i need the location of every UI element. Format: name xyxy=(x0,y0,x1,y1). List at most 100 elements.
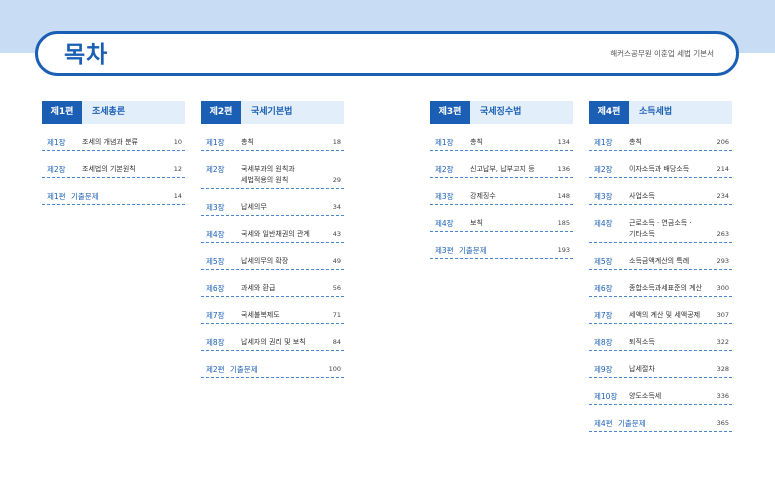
chapter-number: 제1장 xyxy=(206,138,225,147)
chapter-item: 제5장 납세의무의 확장 49 xyxy=(201,256,344,270)
chapter-title: 납세자의 권리 및 보칙 xyxy=(241,338,306,346)
part-header: 제2편 국세기본법 xyxy=(201,101,344,124)
page-title: 목차 xyxy=(64,42,109,68)
chapter-item: 제7장 국세불복제도 71 xyxy=(201,310,344,324)
chapter-number: 제4장 xyxy=(435,219,454,228)
page-number: 29 xyxy=(332,176,341,184)
chapter-number: 제6장 xyxy=(594,284,613,293)
chapter-number: 제10장 xyxy=(594,392,618,401)
chapter-item: 제5장 소득금액계산의 특례 293 xyxy=(589,256,732,270)
chapter-title: 납세의무의 확장 xyxy=(241,257,289,265)
page-number: 49 xyxy=(332,257,341,265)
chapter-title: 기출문제 xyxy=(71,192,99,201)
part-number-badge: 제4편 xyxy=(589,101,629,124)
chapter-number: 제3장 xyxy=(206,203,225,212)
page-number: 43 xyxy=(332,230,341,238)
part-title: 국세징수법 xyxy=(480,107,522,117)
chapter-title: 조세법의 기본원칙 xyxy=(82,165,136,173)
chapter-item: 제2장 조세법의 기본원칙 12 xyxy=(42,164,185,178)
chapter-title: 사업소득 xyxy=(629,192,655,200)
part-number-badge: 제2편 xyxy=(201,101,241,124)
page-number: 322 xyxy=(716,338,729,346)
chapter-title: 퇴직소득 xyxy=(629,338,655,346)
part-number-badge: 제3편 xyxy=(430,101,470,124)
page-number: 307 xyxy=(716,311,729,319)
chapter-number: 제1편 xyxy=(47,192,66,201)
part-header: 제4편 소득세법 xyxy=(589,101,732,124)
chapter-item: 제6장 종합소득과세표준의 계산 300 xyxy=(589,283,732,297)
part-title: 소득세법 xyxy=(639,107,673,117)
toc-column-part-1: 제1편 조세총론 제1장 조세의 개념과 분류 10 제2장 조세법의 기본원칙 12 제1… xyxy=(42,101,185,205)
chapter-item: 제6장 과세와 환급 56 xyxy=(201,283,344,297)
page-number: 263 xyxy=(716,230,729,238)
page-number: 300 xyxy=(716,284,729,292)
chapter-item: 제10장 양도소득세 336 xyxy=(589,391,732,405)
chapter-number: 제2장 xyxy=(206,165,225,174)
page-number: 71 xyxy=(332,311,341,319)
chapter-number: 제7장 xyxy=(594,311,613,320)
chapter-number: 제5장 xyxy=(594,257,613,266)
header-banner: 목차 해커스공무원 이훈업 세법 기본서 xyxy=(35,31,739,76)
part-title: 조세총론 xyxy=(92,107,126,117)
chapter-title: 조세의 개념과 분류 xyxy=(82,138,138,146)
book-subtitle: 해커스공무원 이훈업 세법 기본서 xyxy=(610,49,714,58)
chapter-title: 국세불복제도 xyxy=(241,311,280,319)
chapter-item: 제1장 총칙 134 xyxy=(430,137,573,151)
chapter-title: 기출문제 xyxy=(459,246,487,255)
chapter-title: 근로소득 · 연금소득 · 기타소득 xyxy=(629,219,692,238)
chapter-item: 제8장 퇴직소득 322 xyxy=(589,337,732,351)
chapter-title: 기출문제 xyxy=(618,419,646,428)
chapter-number: 제3편 xyxy=(435,246,454,255)
chapter-item: 제1장 총칙 18 xyxy=(201,137,344,151)
page-number: 148 xyxy=(557,192,570,200)
chapter-number: 제4장 xyxy=(206,230,225,239)
chapter-title: 세액의 계산 및 세액공제 xyxy=(629,311,701,319)
review-questions-item: 제3편 기출문제 193 xyxy=(430,245,573,259)
chapter-number: 제3장 xyxy=(435,192,454,201)
chapter-number: 제4편 xyxy=(594,419,613,428)
page-number: 84 xyxy=(332,338,341,346)
chapter-item: 제2장 이자소득과 배당소득 214 xyxy=(589,164,732,178)
page-number: 193 xyxy=(557,246,570,254)
chapter-number: 제8장 xyxy=(594,338,613,347)
chapter-title: 국세와 일반채권의 관계 xyxy=(241,230,310,238)
chapter-number: 제9장 xyxy=(594,365,613,374)
chapter-title: 강제징수 xyxy=(470,192,496,200)
chapter-title: 소득금액계산의 특례 xyxy=(629,257,690,265)
chapter-title: 종합소득과세표준의 계산 xyxy=(629,284,703,292)
page-number: 328 xyxy=(716,365,729,373)
part-number-badge: 제1편 xyxy=(42,101,82,124)
toc-column-part-4: 제4편 소득세법 제1장 총칙 206 제2장 이자소득과 배당소득 214 제3장 사업소득… xyxy=(589,101,732,432)
page-number: 293 xyxy=(716,257,729,265)
part-title: 국세기본법 xyxy=(251,107,293,117)
page-number: 100 xyxy=(328,365,341,373)
chapter-number: 제2장 xyxy=(47,165,66,174)
chapter-item: 제9장 납세절차 328 xyxy=(589,364,732,378)
page-number: 10 xyxy=(173,138,182,146)
page-number: 34 xyxy=(332,203,341,211)
chapter-title: 신고납부, 납부고지 등 xyxy=(470,165,535,173)
chapter-title: 총칙 xyxy=(629,138,642,146)
page-number: 14 xyxy=(173,192,182,200)
part-header: 제1편 조세총론 xyxy=(42,101,185,124)
chapter-number: 제1장 xyxy=(47,138,66,147)
chapter-item: 제3장 납세의무 34 xyxy=(201,202,344,216)
chapter-title: 양도소득세 xyxy=(629,392,662,400)
chapter-number: 제2장 xyxy=(435,165,454,174)
chapter-number: 제1장 xyxy=(435,138,454,147)
chapter-title: 납세의무 xyxy=(241,203,267,211)
chapter-number: 제5장 xyxy=(206,257,225,266)
chapter-title: 국세부과의 원칙과 세법적용의 원칙 xyxy=(241,165,295,184)
page-number: 56 xyxy=(332,284,341,292)
chapter-item: 제3장 사업소득 234 xyxy=(589,191,732,205)
chapter-number: 제2장 xyxy=(594,165,613,174)
part-header: 제3편 국세징수법 xyxy=(430,101,573,124)
chapter-number: 제2편 xyxy=(206,365,225,374)
chapter-number: 제6장 xyxy=(206,284,225,293)
page-number: 336 xyxy=(716,392,729,400)
review-questions-item: 제1편 기출문제 14 xyxy=(42,191,185,205)
chapter-number: 제1장 xyxy=(594,138,613,147)
toc-column-part-2: 제2편 국세기본법 제1장 총칙 18 제2장 국세부과의 원칙과 세법적용의 원칙 29… xyxy=(201,101,344,378)
page-number: 18 xyxy=(332,138,341,146)
chapter-title: 총칙 xyxy=(241,138,254,146)
